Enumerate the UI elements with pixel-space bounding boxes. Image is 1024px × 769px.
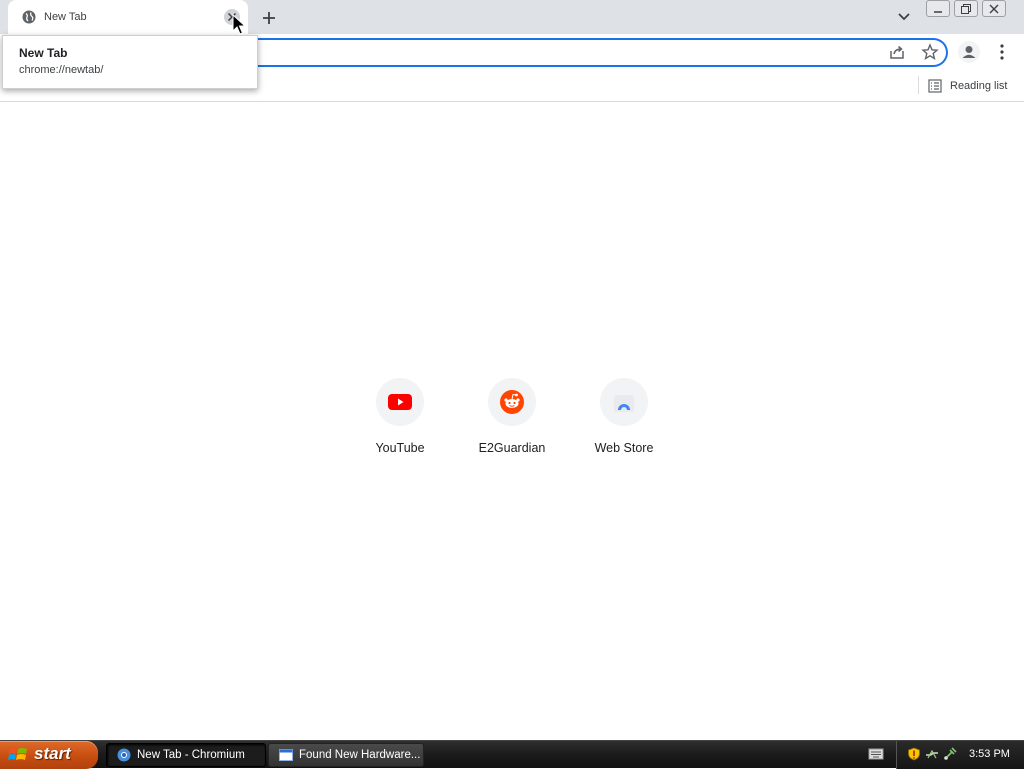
taskbar-item-label: New Tab - Chromium — [137, 749, 245, 761]
restore-icon — [961, 4, 971, 14]
shortcut-tile — [600, 378, 648, 426]
shortcut-label: YouTube — [375, 441, 425, 455]
minimize-button[interactable] — [926, 0, 950, 17]
hardware-icon[interactable] — [943, 747, 957, 761]
keyboard-icon[interactable] — [868, 747, 884, 761]
shortcut-e2guardian[interactable]: E2Guardian — [456, 376, 568, 462]
chromium-icon — [117, 748, 131, 762]
shortcut-label: Web Store — [594, 441, 654, 455]
bookmark-star-icon[interactable] — [921, 43, 939, 61]
reddit-icon — [500, 390, 524, 414]
system-tray: 3:53 PM — [896, 741, 1024, 769]
window-icon — [279, 749, 293, 761]
menu-dots-icon[interactable] — [994, 42, 1010, 62]
tab-strip: New Tab — [0, 0, 1024, 34]
taskbar-item-label: Found New Hardware... — [299, 749, 421, 761]
shortcut-youtube[interactable]: YouTube — [344, 376, 456, 462]
bookmarks-divider — [918, 76, 919, 94]
start-label: start — [34, 744, 71, 763]
tab-search-chevron-icon[interactable] — [894, 8, 914, 26]
restore-button[interactable] — [954, 0, 978, 17]
youtube-icon — [388, 394, 412, 410]
tab-title: New Tab — [44, 11, 87, 23]
globe-icon — [22, 10, 36, 24]
avatar-icon — [962, 46, 976, 58]
hover-card-url: chrome://newtab/ — [19, 64, 104, 76]
hover-card-title: New Tab — [19, 46, 68, 60]
network-icon[interactable] — [925, 747, 939, 761]
reading-list-icon — [928, 79, 942, 93]
shortcut-tile — [488, 378, 536, 426]
profile-button[interactable] — [958, 41, 980, 63]
web-store-icon — [614, 395, 634, 412]
start-button[interactable]: start — [0, 741, 98, 769]
reading-list-button[interactable]: Reading list — [928, 74, 1007, 98]
taskbar-item-chromium[interactable]: New Tab - Chromium — [106, 743, 266, 767]
close-icon — [989, 4, 999, 14]
share-icon[interactable] — [888, 43, 906, 61]
window-controls — [926, 0, 1010, 18]
shortcut-web-store[interactable]: Web Store — [568, 376, 680, 462]
minimize-icon — [934, 11, 942, 13]
shortcut-tile — [376, 378, 424, 426]
close-window-button[interactable] — [982, 0, 1006, 17]
address-bar[interactable] — [250, 38, 948, 67]
new-tab-button[interactable] — [258, 7, 280, 29]
security-shield-icon[interactable] — [907, 747, 921, 761]
reading-list-label: Reading list — [950, 80, 1008, 92]
shortcut-label: E2Guardian — [478, 441, 546, 455]
taskbar-item-found-new-hardware[interactable]: Found New Hardware... — [268, 743, 424, 767]
taskbar: start New Tab - Chromium Found New Hardw… — [0, 740, 1024, 769]
mouse-cursor-icon — [232, 14, 246, 35]
windows-logo-icon — [8, 748, 27, 760]
browser-window: New Tab Reading list New Tab chrome://ne… — [0, 0, 1024, 740]
taskbar-clock: 3:53 PM — [969, 748, 1010, 760]
tab-new-tab[interactable]: New Tab — [8, 0, 248, 34]
tab-hover-card: New Tab chrome://newtab/ — [2, 35, 258, 89]
